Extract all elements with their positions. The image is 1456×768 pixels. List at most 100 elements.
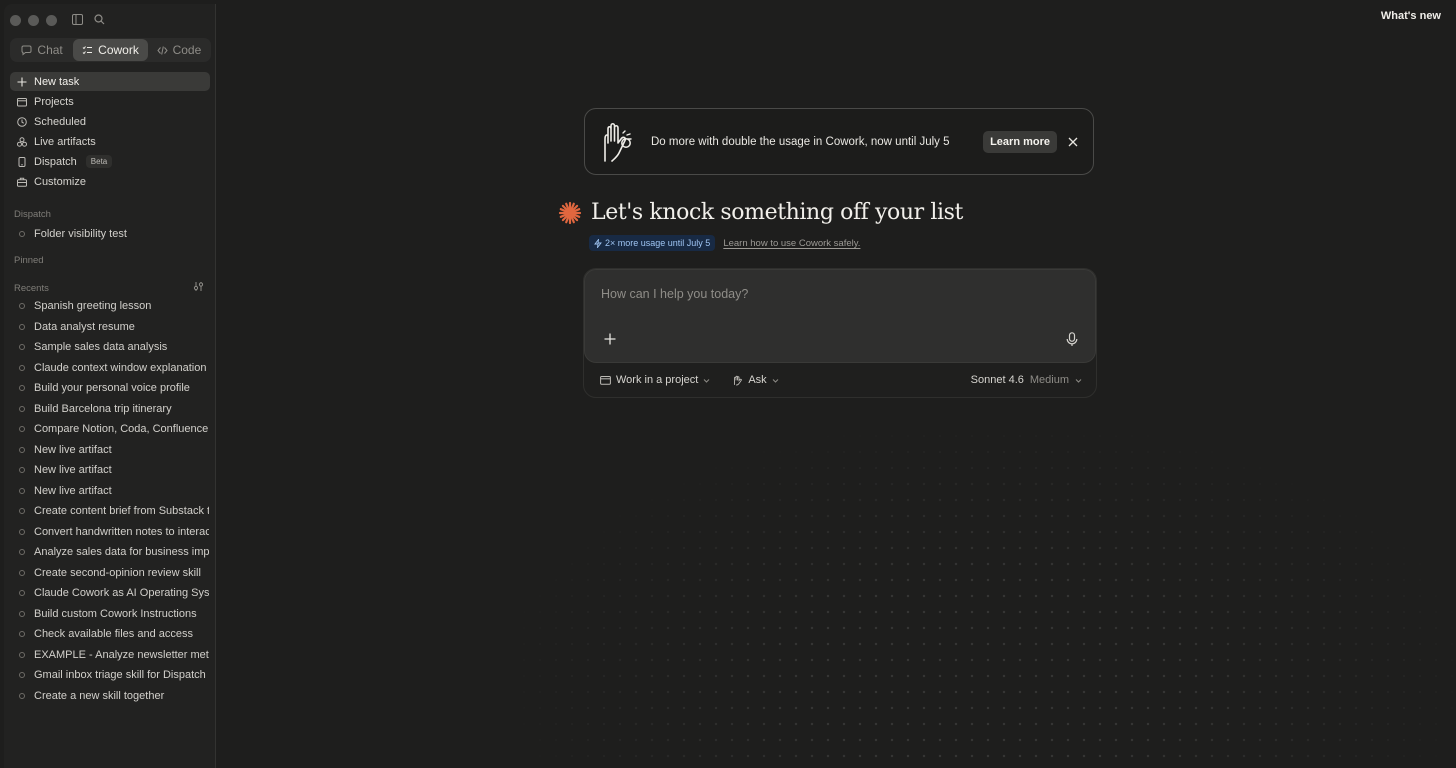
chat-bubble-icon bbox=[21, 45, 32, 56]
list-item[interactable]: Gmail inbox triage skill for Dispatch bbox=[4, 665, 209, 686]
list-item[interactable]: Data analyst resume bbox=[4, 317, 209, 338]
recents-header: Recents bbox=[4, 281, 204, 295]
banner-text: Do more with double the usage in Cowork,… bbox=[651, 135, 950, 148]
list-item-label: Sample sales data analysis bbox=[34, 341, 168, 354]
close-window-button[interactable] bbox=[10, 15, 21, 26]
list-item[interactable]: Build Barcelona trip itinerary bbox=[4, 399, 209, 420]
sidebar-item-live-artifacts[interactable]: Live artifacts bbox=[10, 132, 210, 151]
project-label: Work in a project bbox=[616, 374, 699, 386]
lightning-icon bbox=[594, 238, 602, 248]
zoom-window-button[interactable] bbox=[46, 15, 57, 26]
bullet-icon bbox=[19, 385, 25, 392]
list-item[interactable]: Build custom Cowork Instructions bbox=[4, 604, 209, 625]
plus-icon bbox=[16, 76, 27, 87]
list-item-label: Claude Cowork as AI Operating Syste bbox=[34, 587, 209, 600]
sidebar: Chat Cowork Code New task Projects Sched… bbox=[4, 4, 216, 768]
tab-code[interactable]: Code bbox=[148, 39, 210, 61]
list-item[interactable]: Claude context window explanation bbox=[4, 358, 209, 379]
list-item[interactable]: New live artifact bbox=[4, 440, 209, 461]
composer-card: How can I help you today? Work in a proj… bbox=[583, 268, 1097, 398]
search-icon[interactable] bbox=[92, 12, 106, 26]
usage-badge-label: 2× more usage until July 5 bbox=[605, 238, 711, 248]
list-item[interactable]: Create content brief from Substack tr bbox=[4, 501, 209, 522]
phone-icon bbox=[16, 156, 27, 167]
headline-row: Let's knock something off your list bbox=[558, 200, 963, 225]
sidebar-toggle-icon[interactable] bbox=[70, 12, 84, 26]
recents-list: Spanish greeting lesson Data analyst resu… bbox=[4, 296, 209, 706]
list-item[interactable]: Analyze sales data for business impro bbox=[4, 542, 209, 563]
list-item-label: Data analyst resume bbox=[34, 320, 135, 333]
bullet-icon bbox=[19, 569, 25, 576]
bullet-icon bbox=[19, 610, 25, 617]
list-item[interactable]: Spanish greeting lesson bbox=[4, 296, 209, 317]
sidebar-item-dispatch[interactable]: Dispatch Beta bbox=[10, 152, 210, 171]
page-title: Let's knock something off your list bbox=[591, 200, 963, 225]
list-item-label: Create content brief from Substack tr bbox=[34, 505, 209, 518]
learn-more-button[interactable]: Learn more bbox=[983, 130, 1057, 153]
bullet-icon bbox=[19, 467, 25, 474]
sidebar-item-label: Projects bbox=[34, 95, 74, 108]
list-item-label: New live artifact bbox=[34, 464, 112, 477]
sidebar-item-new-task[interactable]: New task bbox=[10, 72, 210, 91]
list-item[interactable]: Check available files and access bbox=[4, 624, 209, 645]
usage-row: 2× more usage until July 5 Learn how to … bbox=[589, 235, 860, 251]
hand-icon bbox=[734, 375, 743, 385]
bullet-icon bbox=[19, 487, 25, 494]
attach-plus-icon[interactable] bbox=[603, 332, 617, 346]
list-item[interactable]: Sample sales data analysis bbox=[4, 337, 209, 358]
prompt-input[interactable]: How can I help you today? bbox=[601, 287, 748, 301]
list-item-label: Build custom Cowork Instructions bbox=[34, 607, 197, 620]
checklist-icon bbox=[82, 45, 93, 54]
filter-sliders-icon[interactable] bbox=[193, 281, 204, 295]
list-item[interactable]: Create a new skill together bbox=[4, 686, 209, 707]
list-item-label: Build Barcelona trip itinerary bbox=[34, 402, 172, 415]
list-item-label: Check available files and access bbox=[34, 628, 193, 641]
list-item[interactable]: Compare Notion, Coda, Confluence p bbox=[4, 419, 209, 440]
bullet-icon bbox=[19, 508, 25, 515]
list-item[interactable]: Claude Cowork as AI Operating Syste bbox=[4, 583, 209, 604]
list-item[interactable]: Build your personal voice profile bbox=[4, 378, 209, 399]
tab-chat[interactable]: Chat bbox=[11, 39, 73, 61]
prompt-box[interactable]: How can I help you today? bbox=[584, 269, 1096, 363]
clock-icon bbox=[16, 116, 27, 127]
pinned-section-label: Pinned bbox=[14, 255, 44, 266]
claude-spark-icon bbox=[558, 201, 582, 224]
beta-badge: Beta bbox=[85, 155, 113, 168]
minimize-window-button[interactable] bbox=[28, 15, 39, 26]
bullet-icon bbox=[19, 323, 25, 330]
mode-dropdown[interactable]: Ask bbox=[732, 374, 779, 386]
sidebar-item-scheduled[interactable]: Scheduled bbox=[10, 112, 210, 131]
safety-link[interactable]: Learn how to use Cowork safely. bbox=[723, 238, 860, 249]
dispatch-list: Folder visibility test bbox=[4, 224, 209, 245]
list-item[interactable]: Create second-opinion review skill bbox=[4, 563, 209, 584]
mode-label: Ask bbox=[748, 374, 767, 386]
list-item[interactable]: New live artifact bbox=[4, 460, 209, 481]
microphone-icon[interactable] bbox=[1065, 331, 1079, 347]
list-item[interactable]: New live artifact bbox=[4, 481, 209, 502]
tab-cowork[interactable]: Cowork bbox=[73, 39, 148, 61]
sidebar-item-label: Scheduled bbox=[34, 115, 86, 128]
chevron-down-icon bbox=[703, 378, 710, 383]
shapes-icon bbox=[16, 136, 27, 147]
dispatch-section-label: Dispatch bbox=[14, 209, 51, 220]
whats-new-link[interactable]: What's new bbox=[1381, 10, 1441, 22]
bullet-icon bbox=[19, 631, 25, 638]
sidebar-item-customize[interactable]: Customize bbox=[10, 172, 210, 191]
list-item-label: Create second-opinion review skill bbox=[34, 566, 201, 579]
work-in-project-dropdown[interactable]: Work in a project bbox=[600, 374, 710, 386]
list-item[interactable]: Convert handwritten notes to interac bbox=[4, 522, 209, 543]
list-item[interactable]: Folder visibility test bbox=[4, 224, 209, 245]
sidebar-item-projects[interactable]: Projects bbox=[10, 92, 210, 111]
list-item[interactable]: EXAMPLE - Analyze newsletter metri bbox=[4, 645, 209, 666]
promo-banner: Do more with double the usage in Cowork,… bbox=[584, 108, 1094, 175]
list-item-label: Create a new skill together bbox=[34, 689, 165, 702]
sidebar-item-label: Customize bbox=[34, 175, 86, 188]
close-icon[interactable] bbox=[1067, 136, 1079, 148]
sidebar-item-label: New task bbox=[34, 75, 80, 88]
bullet-icon bbox=[19, 528, 25, 535]
waving-hand-icon bbox=[604, 122, 632, 162]
list-item-label: Convert handwritten notes to interac bbox=[34, 525, 209, 538]
list-item-label: Claude context window explanation bbox=[34, 361, 207, 374]
chevron-down-icon bbox=[1075, 378, 1082, 383]
model-selector[interactable]: Sonnet 4.6 Medium bbox=[971, 374, 1082, 386]
